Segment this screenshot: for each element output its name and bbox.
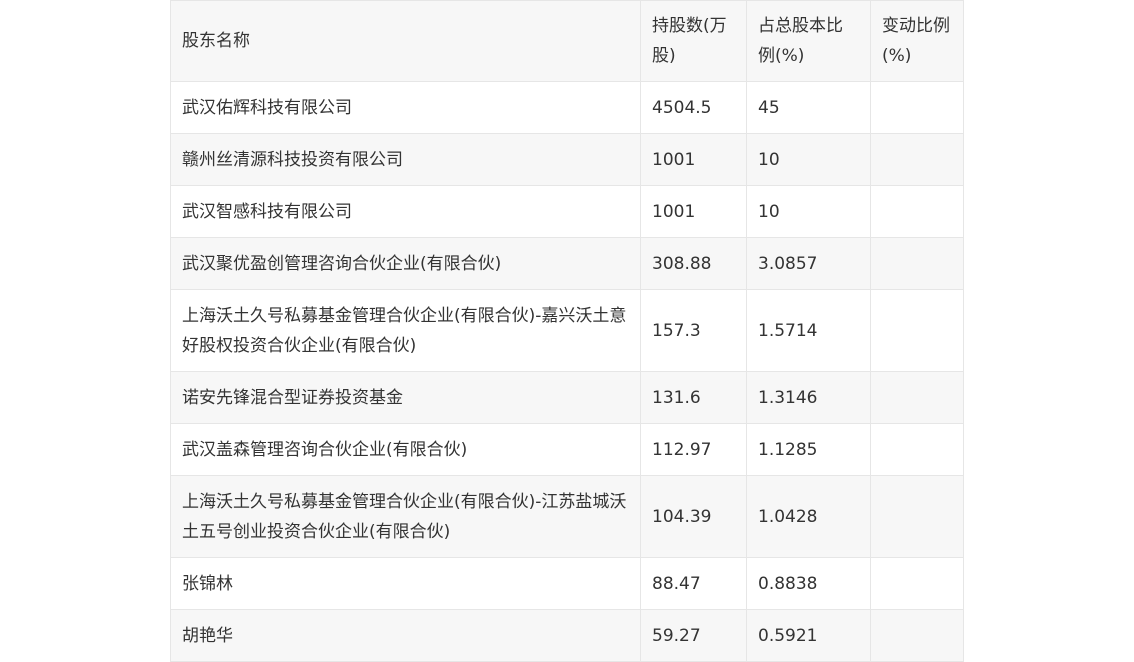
shareholder-name-cell: 胡艳华	[170, 609, 641, 662]
share-percentage-cell: 1.5714	[746, 289, 871, 372]
shares-held-cell: 308.88	[640, 237, 747, 290]
change-percentage-cell	[870, 371, 964, 424]
table-row: 赣州丝清源科技投资有限公司 1001 10	[170, 133, 964, 186]
shareholder-name-cell: 赣州丝清源科技投资有限公司	[170, 133, 641, 186]
table-row: 上海沃土久号私募基金管理合伙企业(有限合伙)-嘉兴沃土意好股权投资合伙企业(有限…	[170, 289, 964, 372]
table-row: 武汉盖森管理咨询合伙企业(有限合伙) 112.97 1.1285	[170, 423, 964, 476]
header-shares-held: 持股数(万股)	[640, 0, 747, 82]
shareholder-name-cell: 张锦林	[170, 557, 641, 610]
shares-held-cell: 157.3	[640, 289, 747, 372]
shareholder-name-cell: 武汉聚优盈创管理咨询合伙企业(有限合伙)	[170, 237, 641, 290]
share-percentage-cell: 45	[746, 81, 871, 134]
shareholder-name-cell: 武汉智感科技有限公司	[170, 185, 641, 238]
shares-held-cell: 88.47	[640, 557, 747, 610]
change-percentage-cell	[870, 237, 964, 290]
shares-held-cell: 1001	[640, 133, 747, 186]
table-row: 张锦林 88.47 0.8838	[170, 557, 964, 610]
table-row: 武汉佑辉科技有限公司 4504.5 45	[170, 81, 964, 134]
shares-held-cell: 131.6	[640, 371, 747, 424]
header-shareholder-name: 股东名称	[170, 0, 641, 82]
shareholder-table: 股东名称 持股数(万股) 占总股本比例(%) 变动比例(%) 武汉佑辉科技有限公…	[170, 0, 964, 662]
table-row: 上海沃土久号私募基金管理合伙企业(有限合伙)-江苏盐城沃土五号创业投资合伙企业(…	[170, 475, 964, 558]
table-header-row: 股东名称 持股数(万股) 占总股本比例(%) 变动比例(%)	[170, 0, 964, 82]
shareholder-name-cell: 上海沃土久号私募基金管理合伙企业(有限合伙)-江苏盐城沃土五号创业投资合伙企业(…	[170, 475, 641, 558]
shares-held-cell: 104.39	[640, 475, 747, 558]
share-percentage-cell: 0.5921	[746, 609, 871, 662]
header-change-percentage: 变动比例(%)	[870, 0, 964, 82]
change-percentage-cell	[870, 475, 964, 558]
change-percentage-cell	[870, 185, 964, 238]
shares-held-cell: 1001	[640, 185, 747, 238]
change-percentage-cell	[870, 557, 964, 610]
change-percentage-cell	[870, 81, 964, 134]
shareholder-name-cell: 诺安先锋混合型证券投资基金	[170, 371, 641, 424]
shareholder-name-cell: 武汉盖森管理咨询合伙企业(有限合伙)	[170, 423, 641, 476]
change-percentage-cell	[870, 289, 964, 372]
share-percentage-cell: 1.1285	[746, 423, 871, 476]
share-percentage-cell: 1.0428	[746, 475, 871, 558]
table-row: 胡艳华 59.27 0.5921	[170, 609, 964, 662]
share-percentage-cell: 10	[746, 185, 871, 238]
shares-held-cell: 4504.5	[640, 81, 747, 134]
shares-held-cell: 59.27	[640, 609, 747, 662]
shareholder-name-cell: 武汉佑辉科技有限公司	[170, 81, 641, 134]
change-percentage-cell	[870, 423, 964, 476]
header-share-percentage: 占总股本比例(%)	[746, 0, 871, 82]
table-row: 武汉智感科技有限公司 1001 10	[170, 185, 964, 238]
share-percentage-cell: 3.0857	[746, 237, 871, 290]
change-percentage-cell	[870, 133, 964, 186]
share-percentage-cell: 10	[746, 133, 871, 186]
shareholder-table-container: 股东名称 持股数(万股) 占总股本比例(%) 变动比例(%) 武汉佑辉科技有限公…	[170, 0, 964, 662]
table-row: 诺安先锋混合型证券投资基金 131.6 1.3146	[170, 371, 964, 424]
share-percentage-cell: 1.3146	[746, 371, 871, 424]
change-percentage-cell	[870, 609, 964, 662]
share-percentage-cell: 0.8838	[746, 557, 871, 610]
shares-held-cell: 112.97	[640, 423, 747, 476]
table-row: 武汉聚优盈创管理咨询合伙企业(有限合伙) 308.88 3.0857	[170, 237, 964, 290]
shareholder-name-cell: 上海沃土久号私募基金管理合伙企业(有限合伙)-嘉兴沃土意好股权投资合伙企业(有限…	[170, 289, 641, 372]
